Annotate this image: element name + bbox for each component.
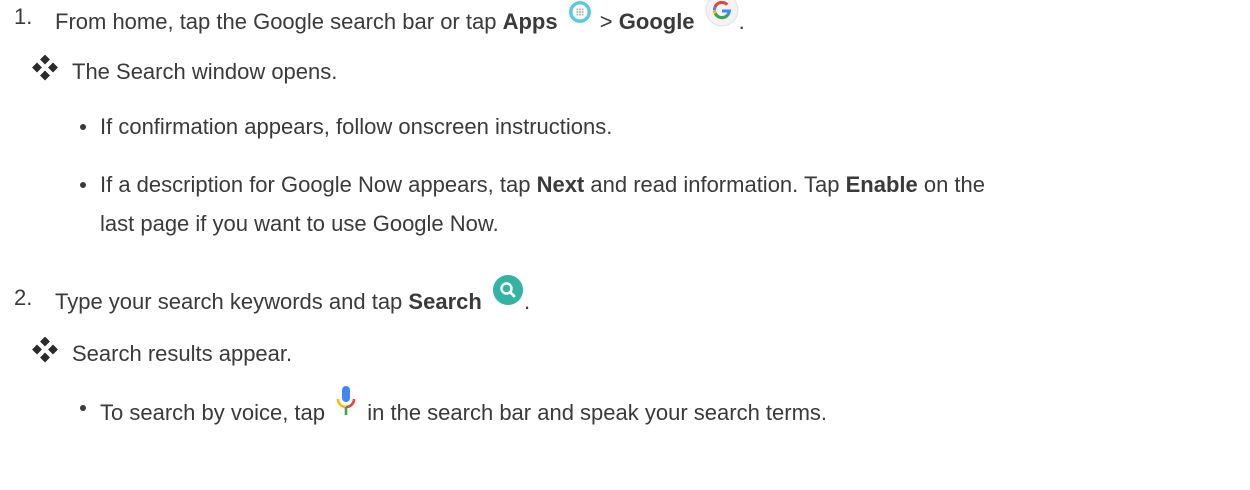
search-magnifier-icon <box>492 274 524 314</box>
step-number-1: 1. <box>14 4 33 29</box>
bullet-dot <box>80 124 86 130</box>
step-1-bullet-2: If a description for Google Now appears,… <box>100 172 986 197</box>
step-2-bullet-1: To search by voice, tap in the search ba… <box>100 386 827 435</box>
step-1-end: . <box>738 8 745 34</box>
step-1-text-a: From home, tap the Google search bar or … <box>55 8 503 34</box>
step-2-text-a: Type your search keywords and tap <box>55 288 409 314</box>
bullet-dot <box>80 182 86 188</box>
step-2-result: Search results appear. <box>72 341 293 366</box>
search-label: Search <box>408 288 482 314</box>
step-1-result: The Search window opens. <box>72 59 338 84</box>
step-number-2: 2. <box>14 285 33 310</box>
google-g-icon <box>705 0 739 35</box>
apps-label: Apps <box>502 8 558 34</box>
step-1-bullet-2-line2: last page if you want to use Google Now. <box>100 211 499 236</box>
microphone-icon <box>335 385 357 427</box>
diamond-bullet-icon <box>32 54 58 81</box>
step-1-bullet-1: If confirmation appears, follow onscreen… <box>100 114 613 139</box>
google-label: Google <box>618 8 695 34</box>
diamond-bullet-icon <box>32 336 58 363</box>
next-label: Next <box>536 172 585 197</box>
bullet-dot <box>80 405 86 411</box>
step-2-end: . <box>523 288 531 314</box>
step-1-sep: > <box>593 8 619 34</box>
enable-label: Enable <box>845 172 918 197</box>
step-1-text: From home, tap the Google search bar or … <box>55 0 745 44</box>
step-2-text: Type your search keywords and tap Search… <box>55 275 531 323</box>
apps-grid-icon <box>568 0 592 32</box>
